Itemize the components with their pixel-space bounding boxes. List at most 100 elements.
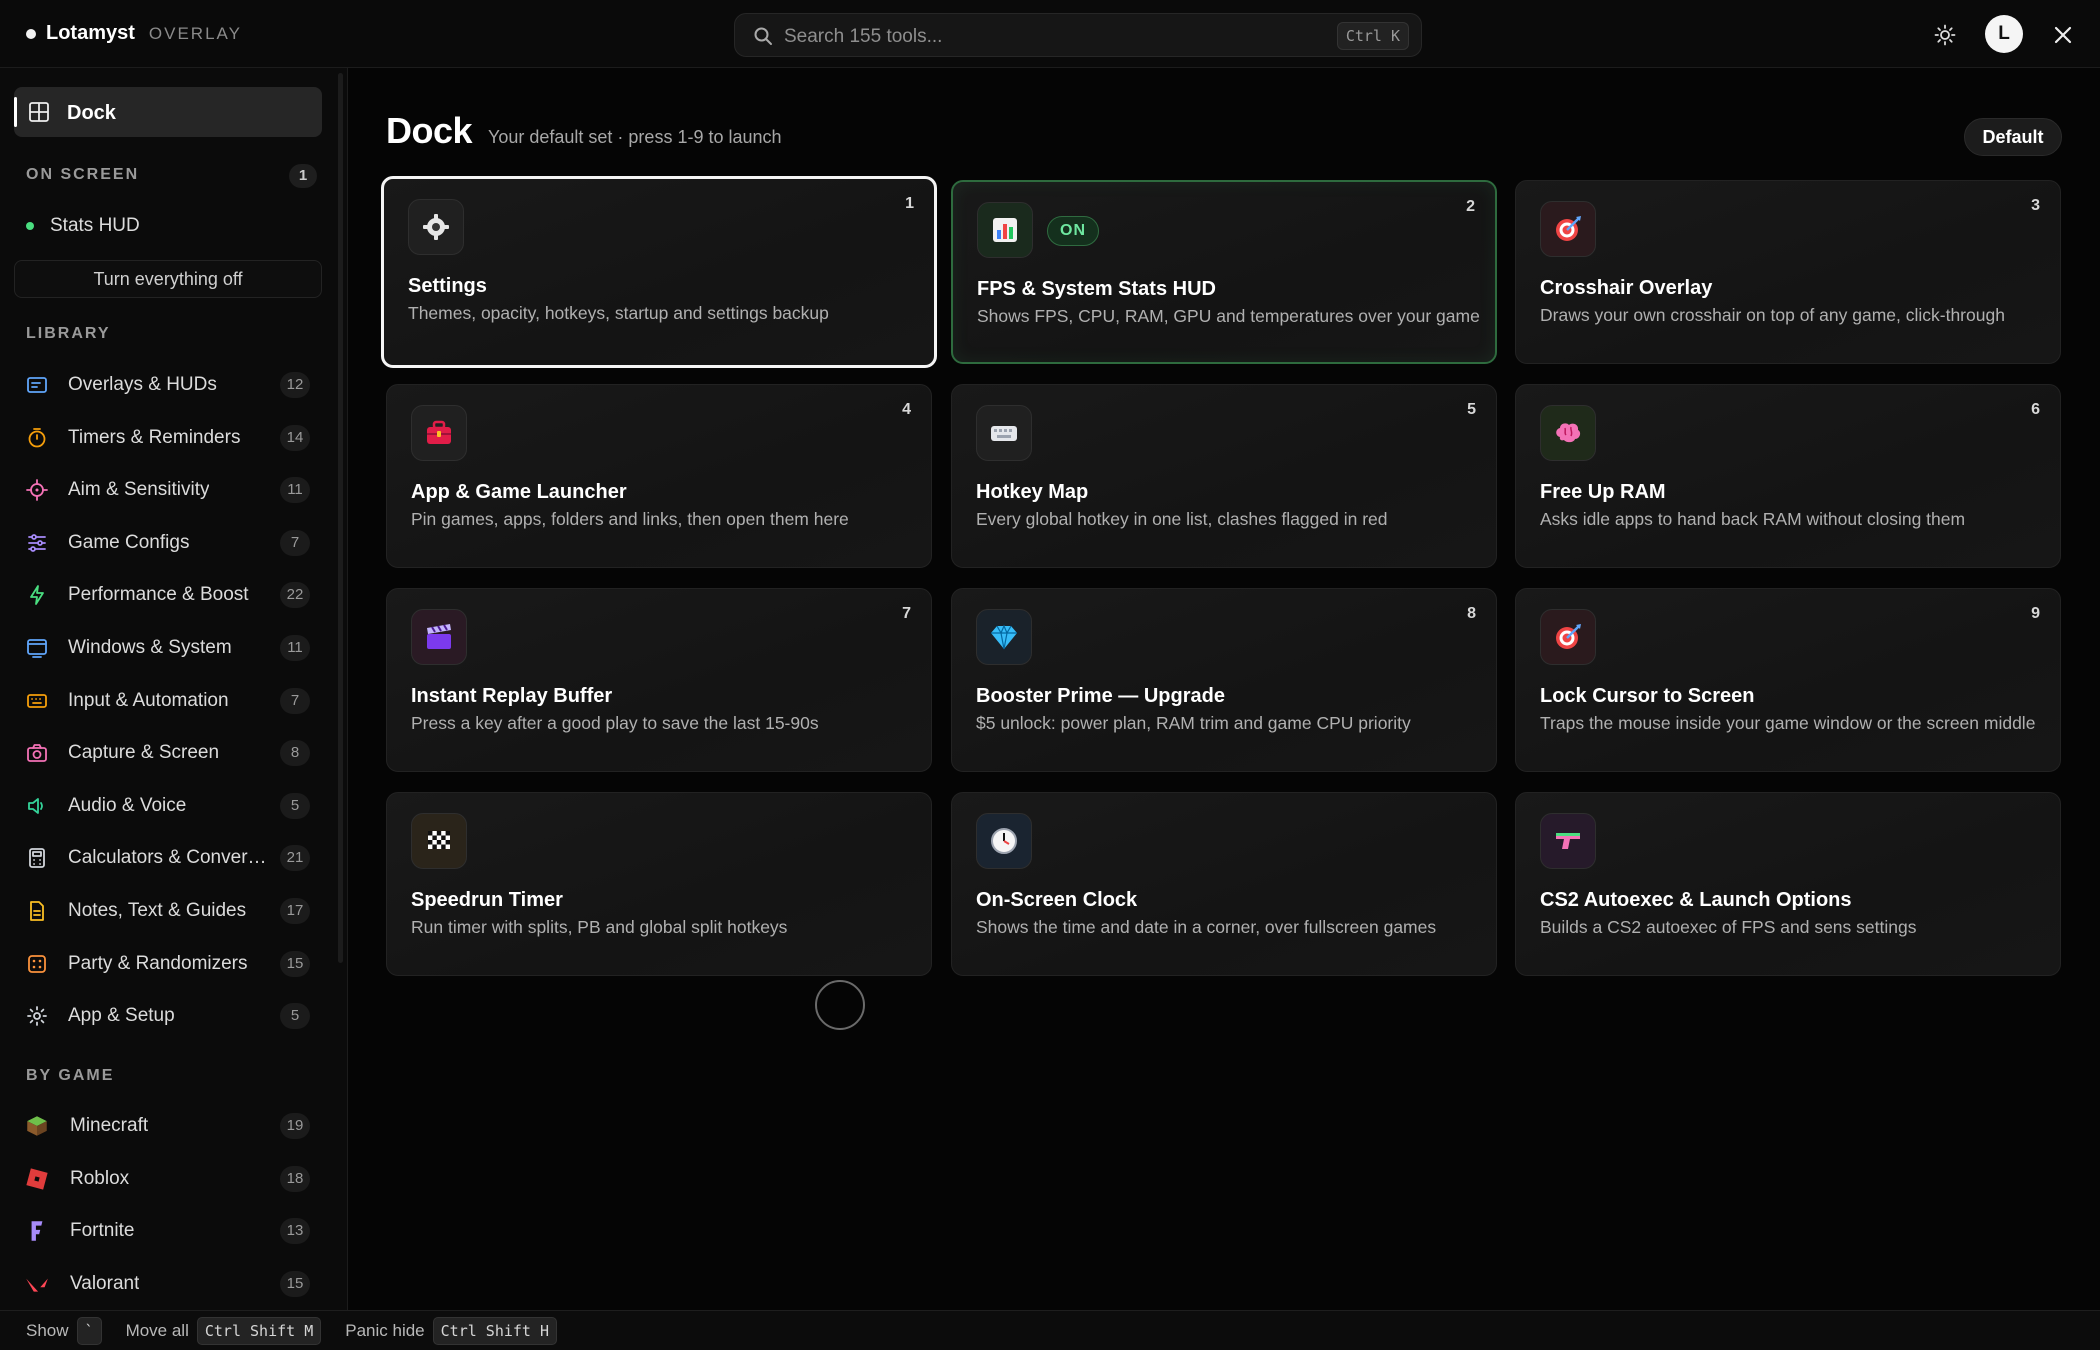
sidebar-scrollbar[interactable] — [338, 73, 343, 963]
sidebar-item-label: Aim & Sensitivity — [68, 479, 210, 501]
on-screen-item[interactable]: Stats HUD — [26, 215, 140, 237]
sidebar-item-game-configs[interactable]: Game Configs 7 — [14, 521, 322, 565]
sidebar-item-count: 5 — [280, 1003, 310, 1030]
sidebar-item-windows-system[interactable]: Windows & System 11 — [14, 626, 322, 670]
sidebar-item-audio-voice[interactable]: Audio & Voice 5 — [14, 784, 322, 828]
show-shortcut: Show ` — [26, 1316, 102, 1345]
avatar[interactable]: L — [1985, 15, 2023, 53]
sidebar: Dock ON SCREEN 1 Stats HUD Turn everythi… — [0, 68, 348, 1310]
panic-hide-shortcut: Panic hide Ctrl Shift H — [345, 1316, 558, 1345]
clapper-icon — [427, 624, 451, 649]
theme-toggle-button[interactable] — [1930, 20, 1960, 50]
show-label: Show — [26, 1320, 69, 1340]
footer-shortcuts: Show ` Move all Ctrl Shift M Panic hide … — [0, 1310, 2100, 1350]
sidebar-item-fortnite[interactable]: Fortnite 13 — [14, 1209, 322, 1253]
brand-subtitle: OVERLAY — [148, 23, 242, 43]
sidebar-item-label: Dock — [67, 102, 116, 124]
tool-card-fps-system-stats-hud[interactable]: 2 ON FPS & System Stats HUD Shows FPS, CPU,… — [951, 180, 1497, 364]
sidebar-item-roblox[interactable]: Roblox 18 — [14, 1157, 322, 1201]
tool-description: Shows the time and date in a corner, ove… — [976, 917, 1437, 937]
sidebar-item-dock[interactable]: Dock — [14, 87, 322, 137]
sidebar-item-count: 15 — [280, 950, 310, 977]
sidebar-item-valorant[interactable]: Valorant 15 — [14, 1262, 322, 1306]
tool-description: Themes, opacity, hotkeys, startup and se… — [408, 303, 829, 323]
sidebar-item-calculators-converters[interactable]: Calculators & Converters 21 — [14, 836, 322, 880]
sidebar-item-input-automation[interactable]: Input & Automation 7 — [14, 679, 322, 723]
gear-icon — [423, 214, 449, 240]
tool-description: Builds a CS2 autoexec of FPS and sens se… — [1540, 917, 1917, 937]
tool-card-settings[interactable]: 1 Settings Themes, opacity, hotkeys, start… — [381, 176, 937, 368]
speaker-icon — [28, 797, 43, 814]
sidebar-item-count: 7 — [280, 529, 310, 556]
tool-card-on-screen-clock[interactable]: On-Screen Clock Shows the time and date i… — [951, 792, 1497, 976]
tool-card-crosshair-overlay[interactable]: 3 Crosshair Overlay Draws your own crossha… — [1515, 180, 2061, 364]
tool-hotkey-number: 9 — [2031, 605, 2040, 622]
tool-icon-box — [1540, 813, 1596, 869]
tool-hotkey-number: 6 — [2031, 401, 2040, 418]
turn-everything-off-button[interactable]: Turn everything off — [14, 260, 322, 298]
sidebar-item-count: 11 — [280, 635, 310, 661]
sidebar-item-notes-text-guides[interactable]: Notes, Text & Guides 17 — [14, 889, 322, 933]
mouse-cursor-indicator — [815, 980, 865, 1030]
sidebar-item-capture-screen[interactable]: Capture & Screen 8 — [14, 731, 322, 775]
default-set-button[interactable]: Default — [1964, 118, 2062, 156]
sidebar-item-count: 8 — [280, 740, 310, 767]
tool-icon-box — [411, 813, 467, 869]
tool-icon-box — [976, 405, 1032, 461]
tool-description: Press a key after a good play to save th… — [411, 713, 819, 733]
sidebar-item-count: 18 — [280, 1165, 310, 1192]
keyboard-icon — [27, 693, 47, 708]
on-screen-item-label: Stats HUD — [50, 215, 140, 236]
sidebar-item-app-setup[interactable]: App & Setup 5 — [14, 994, 322, 1038]
sidebar-item-count: 11 — [280, 477, 310, 504]
tool-description: Run timer with splits, PB and global spl… — [411, 917, 788, 937]
tool-description: Shows FPS, CPU, RAM, GPU and temperature… — [977, 306, 1480, 326]
search-input[interactable]: Search 155 tools... Ctrl K — [734, 13, 1422, 57]
bar-chart-icon — [993, 218, 1017, 242]
move-all-key: Ctrl Shift M — [196, 1316, 322, 1345]
tool-title: Speedrun Timer — [411, 889, 563, 911]
sidebar-item-count: 13 — [280, 1218, 310, 1245]
tool-card-app-game-launcher[interactable]: 4 App & Game Launcher Pin games, apps, fol… — [386, 384, 932, 568]
tool-card-speedrun-timer[interactable]: Speedrun Timer Run timer with splits, PB … — [386, 792, 932, 976]
target-icon — [1556, 216, 1581, 241]
sidebar-item-label: Audio & Voice — [68, 794, 187, 816]
tool-card-hotkey-map[interactable]: 5 Hotkey Map Every global hotkey in one li… — [951, 384, 1497, 568]
close-icon — [2054, 26, 2072, 44]
active-status-dot — [26, 222, 34, 230]
tool-icon-box — [411, 609, 467, 665]
sidebar-item-performance-boost[interactable]: Performance & Boost 22 — [14, 573, 322, 617]
sidebar-item-label: Party & Randomizers — [68, 952, 248, 974]
tool-icon-box — [1540, 201, 1596, 257]
sidebar-item-timers-reminders[interactable]: Timers & Reminders 14 — [14, 416, 322, 460]
tool-card-lock-cursor-to-screen[interactable]: 9 Lock Cursor to Screen Traps the mouse in… — [1515, 588, 2061, 772]
show-key: ` — [76, 1316, 102, 1345]
close-button[interactable] — [2048, 20, 2078, 50]
sidebar-item-label: Notes, Text & Guides — [68, 900, 247, 921]
page-subtitle: Your default set · press 1-9 to launch — [488, 127, 782, 147]
sidebar-item-label: Windows & System — [68, 637, 232, 658]
tool-card-instant-replay-buffer[interactable]: 7 Instant Replay Buffer Press a key after … — [386, 588, 932, 772]
gem-icon — [991, 624, 1017, 650]
sidebar-item-aim-sensitivity[interactable]: Aim & Sensitivity 11 — [14, 468, 322, 512]
sidebar-item-count: 5 — [280, 792, 310, 819]
tool-icon-box — [976, 609, 1032, 665]
tool-card-cs2-autoexec-launch-options[interactable]: CS2 Autoexec & Launch Options Builds a CS… — [1515, 792, 2061, 976]
panic-hide-key: Ctrl Shift H — [432, 1316, 558, 1345]
sun-icon — [1934, 24, 1956, 46]
sidebar-item-party-randomizers[interactable]: Party & Randomizers 15 — [14, 942, 322, 986]
fortnite-icon — [31, 1221, 43, 1241]
sidebar-item-minecraft[interactable]: Minecraft 19 — [14, 1104, 322, 1148]
sliders-icon — [28, 533, 46, 552]
section-heading-on-screen: ON SCREEN — [26, 166, 140, 183]
timer-icon — [28, 427, 46, 447]
tool-description: Draws your own crosshair on top of any g… — [1540, 305, 2005, 325]
tool-card-free-up-ram[interactable]: 6 Free Up RAM Asks idle apps to hand back … — [1515, 384, 2061, 568]
brand-dot — [26, 28, 36, 39]
tool-card-booster-prime-upgrade[interactable]: 8 Booster Prime — Upgrade $5 unlock: power… — [951, 588, 1497, 772]
search-shortcut: Ctrl K — [1336, 22, 1409, 50]
sidebar-item-overlays-huds[interactable]: Overlays & HUDs 12 — [14, 363, 322, 407]
tool-title: Free Up RAM — [1540, 481, 1666, 503]
minecraft-icon — [27, 1116, 47, 1136]
grid-icon — [29, 102, 49, 122]
